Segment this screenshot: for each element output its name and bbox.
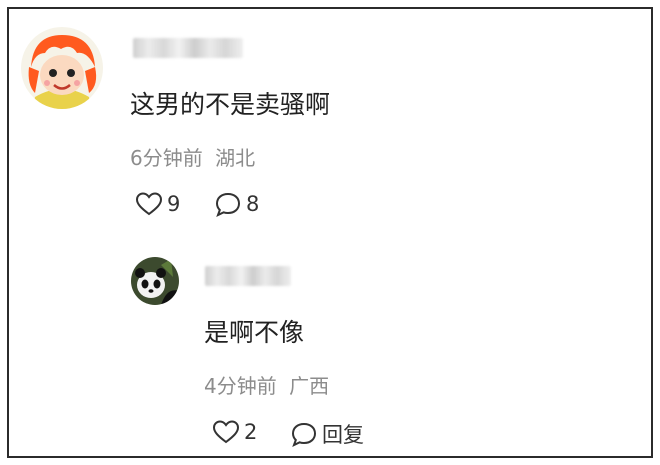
username-blurred[interactable] <box>133 38 243 58</box>
comment-text: 是啊不像 <box>204 318 305 347</box>
comment-meta: 6分钟前 湖北 <box>130 146 256 170</box>
comment-thread: 这男的不是卖骚啊 6分钟前 湖北 9 8 是啊不像 4分钟前 广西 2 回复 <box>7 7 653 458</box>
like-count: 2 <box>244 420 258 444</box>
reply-count: 8 <box>246 192 260 216</box>
panda-avatar-icon <box>131 257 179 305</box>
comment-text: 这男的不是卖骚啊 <box>130 90 331 119</box>
like-button[interactable]: 2 <box>212 419 257 445</box>
reply-label: 回复 <box>322 423 364 447</box>
speech-bubble-icon <box>290 421 318 447</box>
avatar[interactable] <box>21 27 103 109</box>
heart-outline-icon <box>135 191 163 217</box>
heart-outline-icon <box>212 419 240 445</box>
comment-meta: 4分钟前 广西 <box>204 374 330 398</box>
like-count: 9 <box>167 192 181 216</box>
reply-button[interactable]: 回复 <box>290 419 364 449</box>
like-button[interactable]: 9 <box>135 191 180 217</box>
avatar[interactable] <box>131 257 179 305</box>
speech-bubble-icon <box>214 191 242 217</box>
username-blurred[interactable] <box>205 266 291 286</box>
reply-button[interactable]: 8 <box>214 191 259 217</box>
cartoon-girl-avatar-icon <box>21 27 103 109</box>
